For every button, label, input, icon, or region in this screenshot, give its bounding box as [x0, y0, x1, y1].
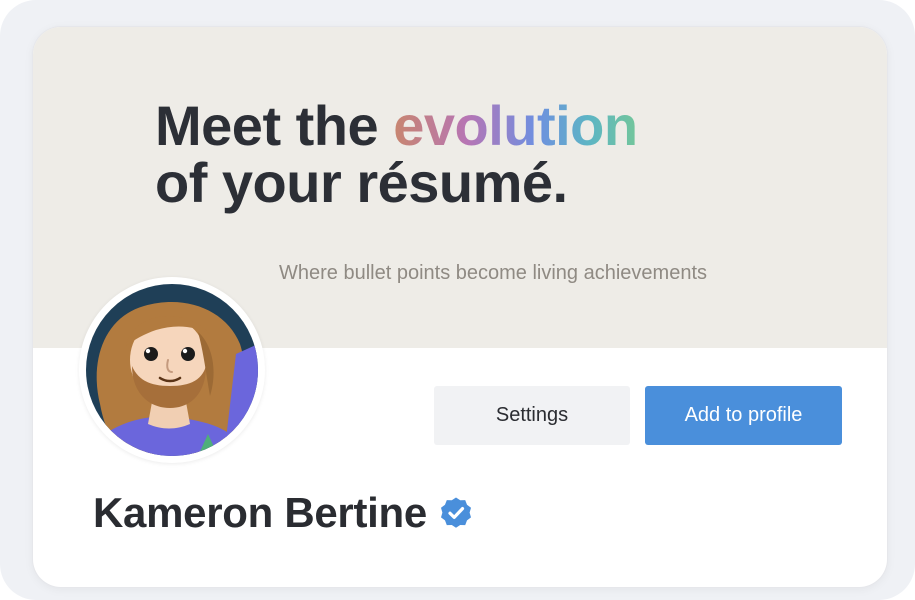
profile-name-row: Kameron Bertine	[93, 489, 473, 537]
headline-prefix: Meet the	[155, 94, 394, 157]
settings-button[interactable]: Settings	[434, 386, 630, 445]
headline-highlight: evolution	[393, 94, 638, 157]
avatar-illustration	[86, 284, 258, 456]
page-background: Meet the evolution of your résumé. Where …	[0, 0, 915, 600]
banner-headline: Meet the evolution of your résumé.	[155, 97, 638, 211]
profile-card: Meet the evolution of your résumé. Where …	[33, 27, 887, 587]
headline-line-2: of your résumé.	[155, 151, 568, 214]
verified-check-icon	[440, 497, 471, 528]
profile-name: Kameron Bertine	[93, 489, 427, 536]
add-to-profile-button[interactable]: Add to profile	[645, 386, 842, 445]
avatar[interactable]	[79, 277, 265, 463]
banner-tagline: Where bullet points become living achiev…	[279, 262, 707, 284]
